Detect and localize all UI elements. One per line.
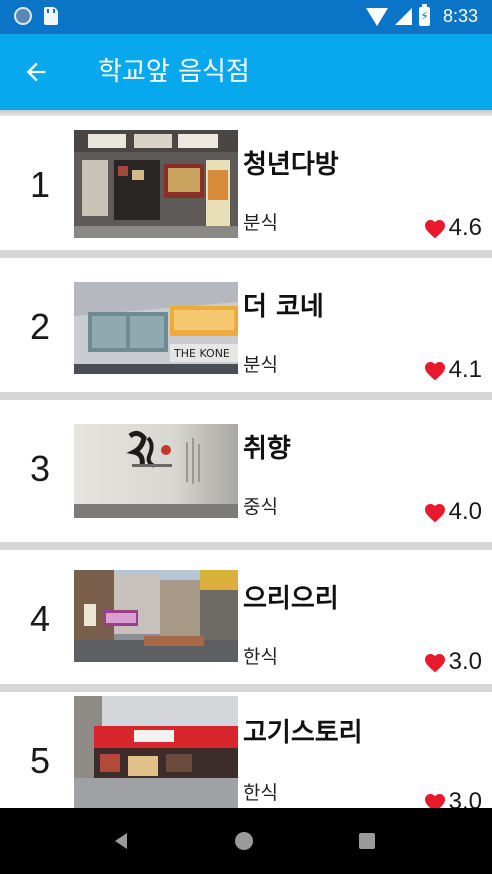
list-divider	[0, 392, 492, 400]
storefront-photo: THE KONE	[74, 282, 238, 374]
status-time: 8:33	[442, 6, 478, 26]
rank-number: 1	[29, 164, 51, 205]
restaurant-category: 중식	[243, 496, 278, 518]
list-divider	[0, 250, 492, 258]
back-triangle-icon	[115, 833, 127, 849]
back-button[interactable]	[16, 52, 56, 92]
restaurant-category: 분식	[243, 354, 278, 376]
restaurant-category: 한식	[243, 782, 278, 804]
arrow-left-icon	[26, 62, 46, 82]
restaurant-name: 더 코네	[243, 292, 324, 322]
page-title: 학교앞 음식점	[98, 57, 250, 87]
rating-value: 4.1	[448, 356, 482, 383]
restaurant-name: 고기스토리	[243, 718, 363, 748]
wifi-icon	[365, 7, 388, 26]
heart-icon	[424, 504, 445, 523]
notification-circle-icon	[14, 7, 32, 25]
rank-number: 3	[29, 448, 51, 489]
nav-back-button[interactable]	[108, 828, 134, 854]
signal-icon	[394, 8, 412, 25]
nav-recents-button[interactable]	[354, 828, 380, 854]
interior-wall-photo	[74, 424, 238, 518]
rank-number: 4	[29, 598, 51, 639]
home-circle-icon	[235, 832, 253, 850]
heart-icon	[424, 654, 445, 673]
list-item[interactable]: 5 고기스토리 한식 3.0	[0, 692, 492, 808]
rating-value: 3.0	[448, 788, 482, 808]
restaurant-name: 취향	[243, 434, 291, 464]
rank-number: 5	[29, 740, 51, 781]
svg-text:THE KONE: THE KONE	[173, 347, 230, 360]
rating: 3.0	[423, 648, 482, 676]
sd-card-icon	[44, 7, 58, 25]
list-divider	[0, 684, 492, 692]
rating-value: 3.0	[448, 648, 482, 675]
rating: 4.6	[423, 214, 482, 242]
list-item[interactable]: 4 으리으리 한식 3.0	[0, 550, 492, 684]
list-item[interactable]: 1 청년다방 분식 4.6	[0, 116, 492, 250]
storefront-photo	[74, 696, 238, 808]
restaurant-name: 으리으리	[243, 584, 339, 614]
list-item[interactable]: 2 THE KONE 더 코네 분식 4.1	[0, 258, 492, 392]
rank-number: 2	[29, 306, 51, 347]
app-bar: 학교앞 음식점	[0, 34, 492, 110]
status-right-icons: 8:33	[365, 4, 478, 27]
restaurant-name: 청년다방	[243, 150, 339, 180]
heart-icon	[424, 794, 445, 808]
status-left-icons	[14, 7, 58, 25]
rating-value: 4.6	[448, 214, 482, 241]
street-photo	[74, 570, 238, 662]
restaurant-category: 분식	[243, 212, 278, 234]
nav-home-button[interactable]	[231, 828, 257, 854]
status-bar: 8:33	[0, 0, 492, 34]
storefront-photo	[74, 130, 238, 238]
battery-charging-icon	[418, 4, 430, 26]
recents-square-icon	[359, 833, 375, 849]
list-item[interactable]: 3 취향 중식 4.0	[0, 400, 492, 534]
rating: 4.0	[423, 498, 482, 526]
rating: 3.0	[423, 788, 482, 808]
restaurant-list[interactable]: 1 청년다방 분식 4.6 2 THE KONE 더 코네 분식 4.1 3 취…	[0, 116, 492, 808]
list-divider	[0, 542, 492, 550]
heart-icon	[424, 220, 445, 239]
rating-value: 4.0	[448, 498, 482, 525]
system-nav-bar	[0, 808, 492, 874]
restaurant-category: 한식	[243, 646, 278, 668]
heart-icon	[424, 362, 445, 381]
rating: 4.1	[423, 356, 482, 384]
